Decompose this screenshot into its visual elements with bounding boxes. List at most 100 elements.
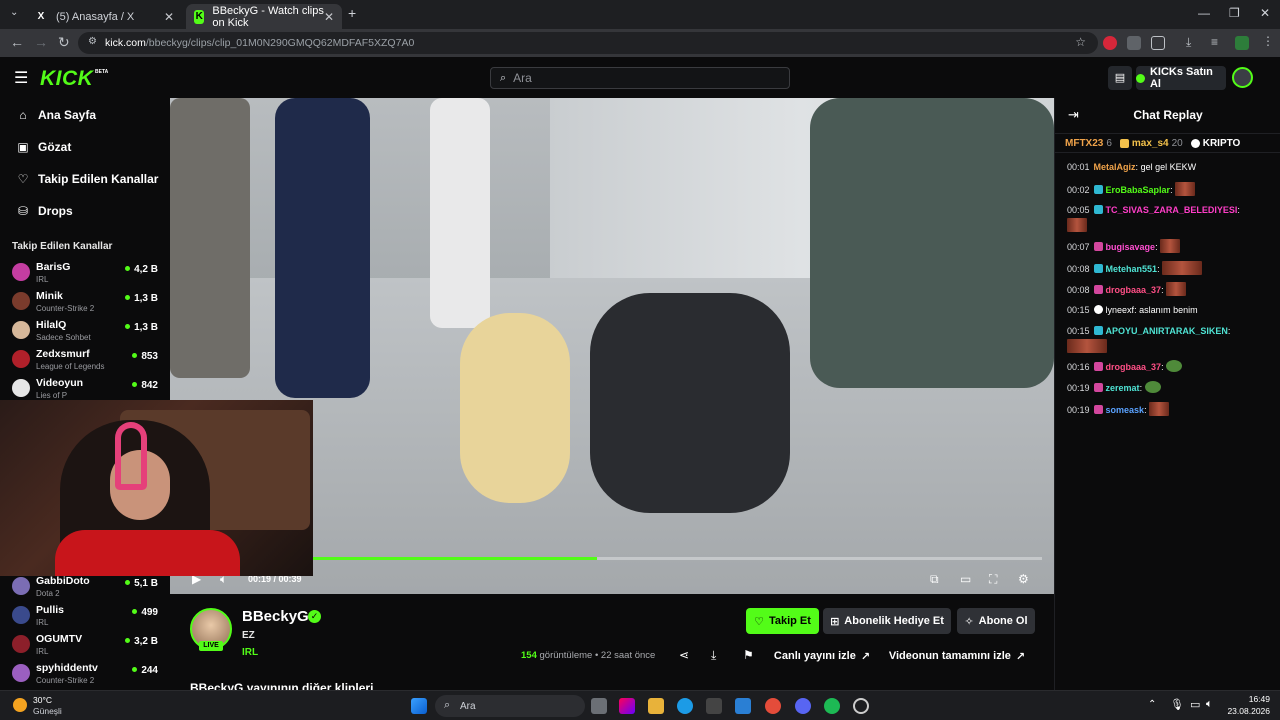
restore-icon[interactable]: ❐ [1229, 6, 1240, 20]
leader-count: 20 [1171, 137, 1183, 149]
hamburger-menu-icon[interactable]: ☰ [14, 68, 28, 88]
site-info-icon[interactable]: ⚙ [88, 36, 97, 47]
profile-extension-icon[interactable] [1235, 36, 1249, 50]
spotify-icon[interactable] [824, 698, 840, 714]
store-icon[interactable] [706, 698, 722, 714]
edge-icon[interactable] [677, 698, 693, 714]
viewer-count: 499 [132, 607, 158, 618]
channel-item-barisg[interactable]: BarisG IRL 4,2 B [12, 260, 162, 288]
channel-name[interactable]: BBeckyG [242, 608, 309, 625]
browser-tab-kick[interactable]: K BBeckyG - Watch clips on Kick ✕ [186, 4, 342, 29]
download-icon[interactable]: ⤓ [1186, 35, 1191, 50]
subscribe-button[interactable]: ✧ Abone Ol [957, 608, 1035, 634]
message-user[interactable]: TC_SIVAS_ZARA_BELEDIYESI [1106, 205, 1238, 215]
leader-name[interactable]: max_s4 [1132, 138, 1169, 149]
message-user[interactable]: APOYU_ANIRTARAK_SIKEN [1106, 326, 1228, 336]
copilot-icon[interactable] [619, 698, 635, 714]
channel-category: IRL [36, 618, 49, 627]
report-flag-icon[interactable]: ⚑ [743, 648, 754, 662]
fullscreen-icon[interactable]: ⛶ [989, 572, 997, 587]
settings-icon[interactable]: ⚙ [1018, 572, 1029, 586]
nav-following[interactable]: ♡ Takip Edilen Kanallar [16, 172, 159, 186]
avatar [12, 577, 30, 595]
message-user[interactable]: drogbaaa_37 [1106, 285, 1162, 295]
windows-start-icon[interactable] [411, 698, 427, 714]
reload-icon[interactable]: ↻ [58, 34, 70, 51]
chat-replay-panel: ⇥ Chat Replay MFTX23 6 max_s4 20 KRIPTO 00… [1054, 98, 1280, 690]
message-time: 00:19 [1067, 383, 1090, 393]
extension-adblock-icon[interactable] [1103, 36, 1117, 50]
channel-item-pullis[interactable]: Pullis IRL 499 [12, 603, 162, 631]
message-user[interactable]: MetalAgiz [1094, 162, 1136, 172]
leader-name[interactable]: KRIPTO [1203, 138, 1241, 149]
tab-list-icon[interactable]: ⌄ [10, 7, 18, 18]
search-input[interactable]: ⌕ Ara [490, 67, 790, 89]
new-tab-icon[interactable]: + [348, 5, 356, 21]
media-queue-icon[interactable]: ≡ [1211, 35, 1218, 49]
taskbar-clock[interactable]: 16:49 [1226, 694, 1270, 704]
message-user[interactable]: bugisavage [1106, 242, 1156, 252]
message-user[interactable]: zeremat [1106, 383, 1140, 393]
clip-category[interactable]: IRL [242, 647, 258, 658]
channel-item-minik[interactable]: Minik Counter-Strike 2 1,3 B [12, 289, 162, 317]
nav-home[interactable]: ⌂ Ana Sayfa [16, 108, 96, 122]
buy-kicks-button[interactable]: KICKs Satın Al [1136, 66, 1226, 90]
task-view-icon[interactable] [591, 698, 607, 714]
nav-browse[interactable]: ▣ Gözat [16, 140, 71, 154]
taskbar-search-label: Ara [460, 700, 476, 712]
url-bar[interactable]: ⚙ kick.com/bbeckyg/clips/clip_01M0N290GM… [78, 32, 1098, 54]
buy-kicks-label: KICKs Satın Al [1149, 66, 1213, 90]
app-icon[interactable] [853, 698, 869, 714]
message-user[interactable]: Metehan551 [1106, 264, 1158, 274]
leader-name[interactable]: MFTX23 [1065, 138, 1103, 149]
follow-button[interactable]: ♡ Takip Et [746, 608, 819, 634]
microphone-icon[interactable]: 🎙︎ [1170, 698, 1184, 711]
message-user[interactable]: EroBabaSaplar [1106, 185, 1171, 195]
back-icon[interactable]: ← [10, 34, 24, 50]
channel-item-hilalq[interactable]: HilalQ Sadece Sohbet 1,3 B [12, 318, 162, 346]
channel-name: OGUMTV [36, 633, 83, 645]
taskbar-date[interactable]: 23.08.2026 [1216, 706, 1270, 716]
nav-drops[interactable]: ⛁ Drops [16, 204, 73, 218]
user-avatar[interactable] [1232, 67, 1253, 88]
gift-sub-button[interactable]: ⊞ Abonelik Hediye Et [823, 608, 951, 634]
watch-live-button[interactable]: Canlı yayını izle ↗ [770, 643, 874, 669]
kick-logo[interactable]: KICK [40, 67, 93, 91]
extension-script-icon[interactable] [1127, 36, 1141, 50]
menu-kebab-icon[interactable]: ⋮ [1262, 34, 1274, 48]
minimize-icon[interactable]: — [1198, 6, 1210, 20]
video-progress-bar[interactable] [312, 557, 1042, 560]
tray-overflow-icon[interactable]: ⌃ [1148, 699, 1156, 710]
channel-item-spyhiddentv[interactable]: spyhiddentv Counter-Strike 2 244 [12, 661, 162, 689]
channel-item-ogumtv[interactable]: OGUMTV IRL 3,2 B [12, 632, 162, 660]
forward-icon[interactable]: → [34, 34, 48, 50]
clips-layout-icon[interactable]: ▤ [1108, 66, 1132, 90]
avatar [12, 321, 30, 339]
watch-full-video-button[interactable]: Videonun tamamını izle ↗ [883, 643, 1031, 669]
theater-mode-icon[interactable]: ▭ [960, 572, 971, 586]
mail-icon[interactable] [735, 698, 751, 714]
taskbar-search[interactable]: ⌕ Ara [435, 695, 585, 717]
volume-icon[interactable]: 🔈︎ [1206, 698, 1213, 711]
message-user[interactable]: drogbaaa_37 [1106, 362, 1162, 372]
extensions-puzzle-icon[interactable] [1151, 36, 1165, 50]
avatar [12, 292, 30, 310]
channel-item-gabbidoto[interactable]: GabbiDoto Dota 2 5,1 B [12, 574, 162, 602]
file-explorer-icon[interactable] [648, 698, 664, 714]
bookmark-star-icon[interactable]: ☆ [1075, 35, 1086, 49]
emote-icon [1160, 239, 1181, 253]
channel-item-zedxsmurf[interactable]: Zedxsmurf League of Legends 853 [12, 347, 162, 375]
message-user[interactable]: lyneexf [1106, 305, 1135, 315]
network-icon[interactable]: ▭ [1190, 698, 1200, 711]
browser-tab-x[interactable]: X (5) Anasayfa / X ✕ [26, 4, 182, 29]
sun-weather-icon[interactable] [13, 698, 27, 712]
close-tab-icon[interactable]: ✕ [164, 10, 174, 24]
close-window-icon[interactable]: ✕ [1260, 6, 1270, 20]
chrome-icon[interactable] [765, 698, 781, 714]
close-tab-icon[interactable]: ✕ [324, 10, 334, 24]
pip-icon[interactable]: ⧉ [930, 572, 939, 587]
discord-icon[interactable] [795, 698, 811, 714]
download-icon[interactable]: ⤓ [711, 648, 716, 663]
message-user[interactable]: someask [1106, 405, 1145, 415]
share-icon[interactable]: ⋖ [679, 648, 689, 662]
